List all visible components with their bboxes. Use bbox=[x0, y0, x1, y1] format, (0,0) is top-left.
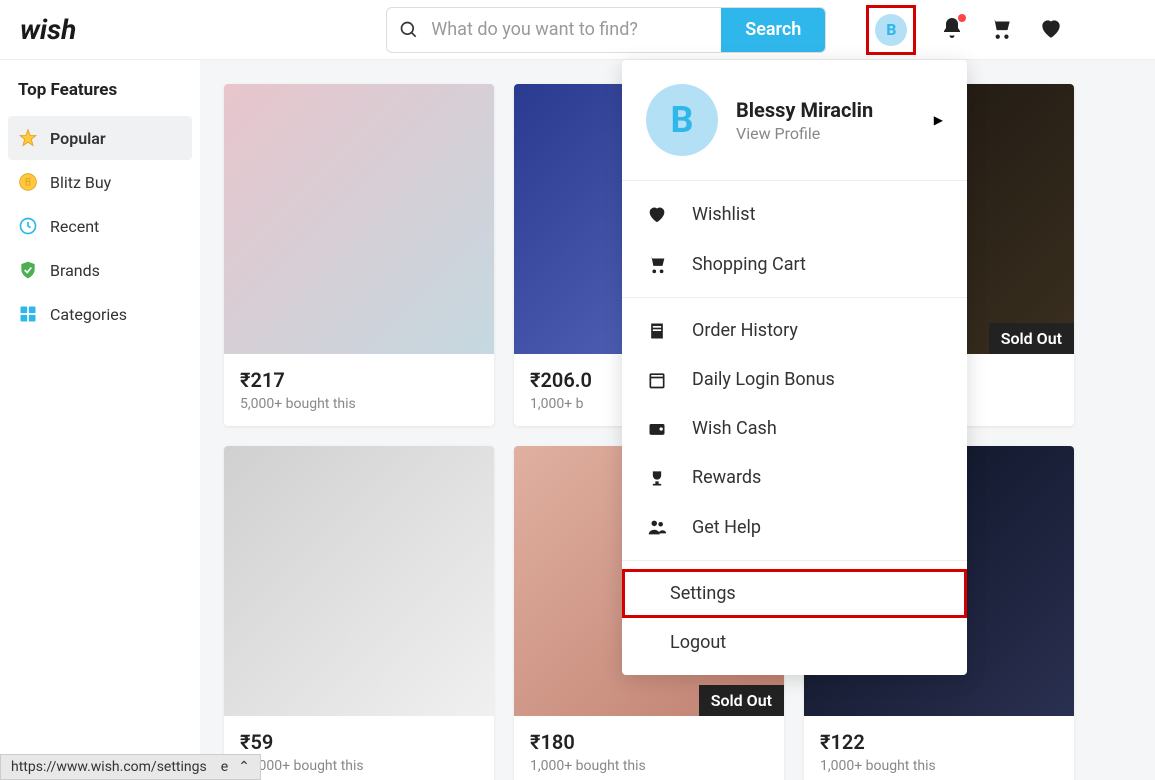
dropdown-item-label: Wishlist bbox=[692, 204, 755, 225]
dropdown-item-get-help[interactable]: Get Help bbox=[622, 502, 967, 552]
sidebar-item-recent[interactable]: Recent bbox=[8, 204, 192, 248]
sidebar-item-blitz-buy[interactable]: B Blitz Buy bbox=[8, 160, 192, 204]
dropdown-item-label: Order History bbox=[692, 320, 798, 341]
shield-check-icon bbox=[18, 260, 38, 280]
sidebar-item-label: Brands bbox=[50, 261, 100, 280]
trophy-icon bbox=[646, 468, 668, 488]
sold-out-badge: Sold Out bbox=[989, 323, 1074, 354]
product-bought: 5,000+ bought this bbox=[240, 396, 478, 412]
sidebar-item-label: Recent bbox=[50, 217, 99, 236]
search-button[interactable]: Search bbox=[721, 8, 825, 52]
search-bar: Search bbox=[386, 7, 826, 53]
cart-icon bbox=[646, 253, 668, 275]
profile-header[interactable]: B Blessy Miraclin View Profile ▶ bbox=[622, 60, 967, 181]
sidebar-item-label: Popular bbox=[50, 129, 106, 148]
notifications-button[interactable] bbox=[940, 16, 964, 44]
dropdown-item-daily-bonus[interactable]: Daily Login Bonus bbox=[622, 355, 967, 404]
dropdown-item-cart[interactable]: Shopping Cart bbox=[622, 239, 967, 289]
product-bought: 1,000+ bought this bbox=[530, 758, 768, 774]
dropdown-item-label: Logout bbox=[670, 632, 726, 653]
sidebar-item-popular[interactable]: Popular bbox=[8, 116, 192, 160]
product-price: ₹217 bbox=[240, 368, 478, 392]
dropdown-item-rewards[interactable]: Rewards bbox=[622, 453, 967, 502]
svg-text:B: B bbox=[25, 177, 31, 188]
heart-icon bbox=[1038, 15, 1064, 41]
status-suffix: e bbox=[221, 759, 228, 775]
profile-dropdown: B Blessy Miraclin View Profile ▶ Wishlis… bbox=[622, 60, 967, 675]
receipt-icon bbox=[646, 321, 668, 341]
sold-out-badge: Sold Out bbox=[699, 685, 784, 716]
people-icon bbox=[646, 516, 668, 538]
dropdown-item-wish-cash[interactable]: Wish Cash bbox=[622, 404, 967, 453]
product-image bbox=[224, 84, 494, 354]
notification-dot-icon bbox=[958, 14, 966, 22]
grid-icon bbox=[18, 304, 38, 324]
star-icon bbox=[18, 128, 38, 148]
product-price: ₹122 bbox=[820, 730, 1058, 754]
dropdown-item-label: Get Help bbox=[692, 517, 761, 538]
coin-icon: B bbox=[18, 172, 38, 192]
profile-avatar-large: B bbox=[646, 84, 718, 156]
search-input[interactable] bbox=[431, 8, 721, 52]
product-price: ₹59 bbox=[240, 730, 478, 754]
product-card[interactable]: ₹59 10,000+ bought this bbox=[224, 446, 494, 780]
product-price: ₹180 bbox=[530, 730, 768, 754]
sidebar-item-categories[interactable]: Categories bbox=[8, 292, 192, 336]
dropdown-item-logout[interactable]: Logout bbox=[622, 618, 967, 667]
heart-icon bbox=[646, 203, 668, 225]
chevron-up-icon[interactable]: ⌃ bbox=[238, 759, 250, 775]
header-actions: B bbox=[866, 5, 1064, 55]
profile-name: Blessy Miraclin bbox=[736, 98, 873, 122]
main: Top Features Popular B Blitz Buy Recent … bbox=[0, 60, 1155, 780]
search-icon bbox=[387, 8, 431, 52]
header: wish Search B bbox=[0, 0, 1155, 60]
dropdown-item-label: Rewards bbox=[692, 467, 761, 488]
cart-button[interactable] bbox=[988, 15, 1014, 45]
calendar-icon bbox=[646, 370, 668, 390]
status-url: https://www.wish.com/settings bbox=[11, 759, 207, 775]
profile-avatar-highlight: B bbox=[866, 5, 916, 55]
product-bought: 1,000+ bought this bbox=[820, 758, 1058, 774]
wishlist-button[interactable] bbox=[1038, 15, 1064, 45]
product-image bbox=[224, 446, 494, 716]
cart-icon bbox=[988, 15, 1014, 41]
sidebar-item-label: Categories bbox=[50, 305, 127, 324]
product-bought: 10,000+ bought this bbox=[240, 758, 478, 774]
dropdown-item-wishlist[interactable]: Wishlist bbox=[622, 189, 967, 239]
dropdown-item-order-history[interactable]: Order History bbox=[622, 306, 967, 355]
status-bar: https://www.wish.com/settings e ⌃ bbox=[0, 754, 261, 780]
dropdown-item-label: Settings bbox=[670, 583, 736, 604]
dropdown-item-settings[interactable]: Settings bbox=[622, 569, 967, 618]
dropdown-item-label: Daily Login Bonus bbox=[692, 369, 835, 390]
sidebar-item-label: Blitz Buy bbox=[50, 173, 111, 192]
wallet-icon bbox=[646, 419, 668, 439]
logo[interactable]: wish bbox=[20, 13, 76, 46]
chevron-right-icon: ▶ bbox=[934, 113, 943, 127]
profile-avatar-button[interactable]: B bbox=[875, 14, 907, 46]
clock-icon bbox=[18, 216, 38, 236]
sidebar-title: Top Features bbox=[8, 80, 192, 116]
dropdown-item-label: Shopping Cart bbox=[692, 254, 806, 275]
product-card[interactable]: ₹217 5,000+ bought this bbox=[224, 84, 494, 426]
view-profile-link[interactable]: View Profile bbox=[736, 124, 873, 143]
dropdown-item-label: Wish Cash bbox=[692, 418, 777, 439]
sidebar-item-brands[interactable]: Brands bbox=[8, 248, 192, 292]
sidebar: Top Features Popular B Blitz Buy Recent … bbox=[0, 60, 200, 780]
